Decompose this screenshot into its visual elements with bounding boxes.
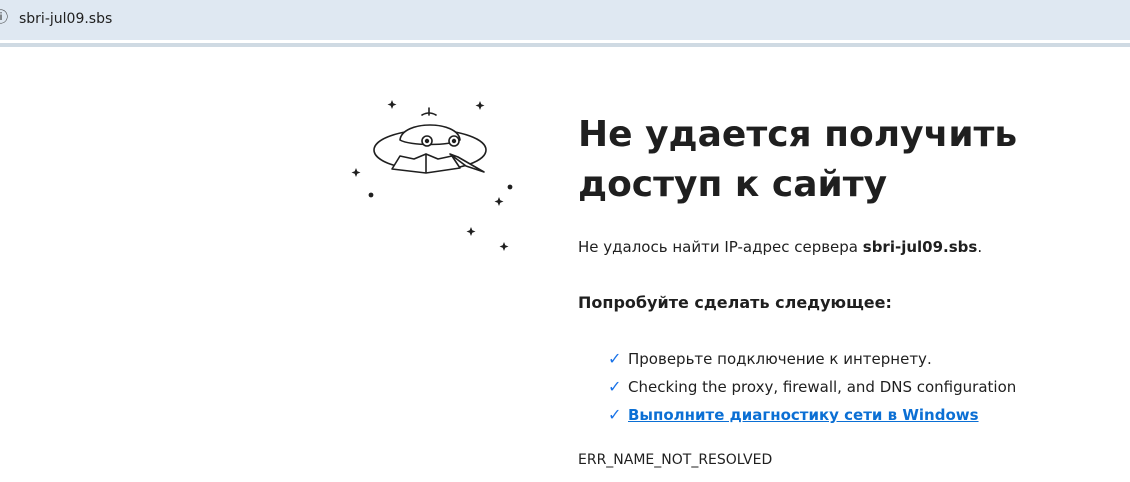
address-bar[interactable]: ⓘ sbri-jul09.sbs xyxy=(0,0,1130,40)
error-code: ERR_NAME_NOT_RESOLVED xyxy=(578,452,773,468)
error-content: Не удается получить доступ к сайту Не уд… xyxy=(578,110,1118,471)
suggestion-network-diagnostics: ✓ Выполните диагностику сети в Windows xyxy=(608,401,1118,429)
page-title: Не удается получить доступ к сайту xyxy=(578,110,1118,210)
suggestion-check-proxy: ✓ Checking the proxy, firewall, and DNS … xyxy=(608,373,1118,401)
description-prefix: Не удалось найти IP-адрес сервера xyxy=(578,238,863,256)
suggestion-label: Проверьте подключение к интернету. xyxy=(628,350,932,368)
suggestion-check-connection: ✓ Проверьте подключение к интернету. xyxy=(608,345,1118,373)
url-text[interactable]: sbri-jul09.sbs xyxy=(19,9,112,29)
checkmark-icon: ✓ xyxy=(608,377,622,396)
page-title-line1: Не удается получить xyxy=(578,114,1018,155)
suggestions-heading: Попробуйте сделать следующее: xyxy=(578,293,892,312)
network-diagnostics-link[interactable]: Выполните диагностику сети в Windows xyxy=(628,406,979,424)
checkmark-icon: ✓ xyxy=(608,405,622,424)
page-title-line2: доступ к сайту xyxy=(578,164,888,205)
site-info-icon[interactable]: ⓘ xyxy=(0,10,8,26)
suggestion-label: Checking the proxy, firewall, and DNS co… xyxy=(628,378,1017,396)
ufo-icon xyxy=(351,100,513,251)
error-description: Не удалось найти IP-адрес сервера sbri-j… xyxy=(578,235,1118,259)
description-suffix: . xyxy=(977,238,983,256)
checkmark-icon: ✓ xyxy=(608,349,622,368)
toolbar-divider xyxy=(0,43,1130,47)
server-host: sbri-jul09.sbs xyxy=(862,238,978,256)
suggestions-list: ✓ Проверьте подключение к интернету. ✓ C… xyxy=(578,345,1118,429)
